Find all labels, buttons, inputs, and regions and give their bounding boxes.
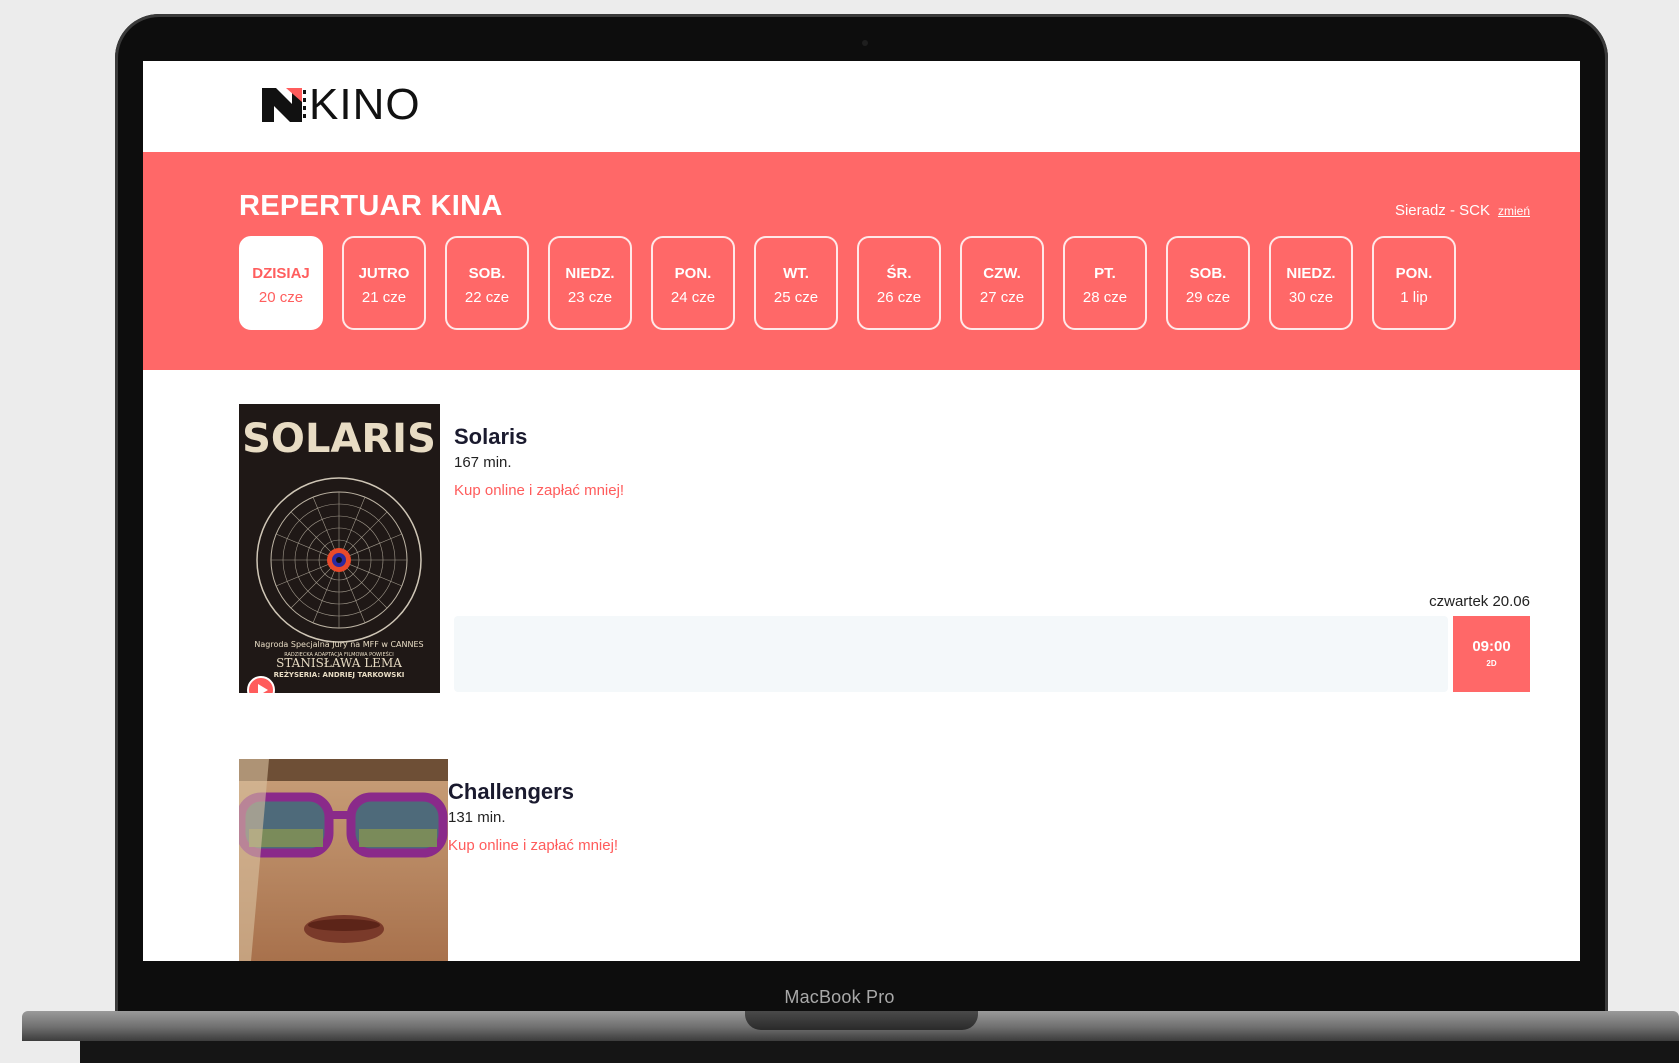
showtime-format: 2D bbox=[1486, 659, 1497, 668]
buy-online-link[interactable]: Kup online i zapłać mniej! bbox=[448, 837, 618, 854]
movie-duration: 131 min. bbox=[448, 809, 506, 826]
date-tile[interactable]: SOB. 22 cze bbox=[445, 236, 529, 330]
movie-title[interactable]: Challengers bbox=[448, 779, 574, 805]
date-day: ŚR. bbox=[886, 265, 912, 282]
showtime-time: 09:00 bbox=[1472, 638, 1511, 655]
poster-caption: Nagroda Specjalna Jury na MFF w CANNES bbox=[254, 640, 423, 649]
site-logo[interactable]: KINO bbox=[262, 80, 421, 130]
date-tile[interactable]: CZW. 27 cze bbox=[960, 236, 1044, 330]
poster-caption: REŻYSERIA: ANDRIEJ TARKOWSKI bbox=[274, 670, 405, 679]
movie-title[interactable]: Solaris bbox=[454, 424, 527, 450]
date-tile[interactable]: ŚR. 26 cze bbox=[857, 236, 941, 330]
date-day: DZISIAJ bbox=[252, 265, 310, 282]
showtime-date-label: czwartek 20.06 bbox=[1429, 593, 1530, 610]
change-location-link[interactable]: zmień bbox=[1498, 204, 1530, 218]
showtime-timeline bbox=[454, 616, 1448, 692]
date-value: 28 cze bbox=[1082, 289, 1128, 306]
showtime-button[interactable]: 09:00 2D bbox=[1453, 616, 1530, 692]
date-day: SOB. bbox=[1189, 265, 1227, 282]
location-selector: Sieradz - SCK zmień bbox=[1395, 202, 1530, 219]
date-day: NIEDZ. bbox=[1286, 265, 1336, 282]
poster-caption: STANISŁAWA LEMA bbox=[276, 656, 402, 670]
movie-card-challengers: Challengers 131 min. Kup online i zapłać… bbox=[239, 759, 1530, 961]
solaris-poster-image: SOLARIS Nagroda Specjalna Jury na MFF w … bbox=[239, 404, 440, 693]
date-value: 26 cze bbox=[876, 289, 922, 306]
date-tile[interactable]: PT. 28 cze bbox=[1063, 236, 1147, 330]
date-day: JUTRO bbox=[358, 265, 410, 282]
date-value: 29 cze bbox=[1185, 289, 1231, 306]
date-tile[interactable]: SOB. 29 cze bbox=[1166, 236, 1250, 330]
date-day: PT. bbox=[1094, 265, 1116, 282]
repertoire-title: REPERTUAR KINA bbox=[239, 190, 503, 222]
date-value: 22 cze bbox=[464, 289, 510, 306]
movie-poster[interactable] bbox=[239, 759, 448, 961]
date-value: 1 lip bbox=[1400, 289, 1428, 306]
movie-duration: 167 min. bbox=[454, 454, 512, 471]
date-value: 23 cze bbox=[567, 289, 613, 306]
movie-poster[interactable]: SOLARIS Nagroda Specjalna Jury na MFF w … bbox=[239, 404, 440, 693]
date-value: 30 cze bbox=[1288, 289, 1334, 306]
repertoire-band: REPERTUAR KINA Sieradz - SCK zmień DZISI… bbox=[143, 152, 1580, 370]
date-tile[interactable]: JUTRO 21 cze bbox=[342, 236, 426, 330]
date-day: CZW. bbox=[983, 265, 1021, 282]
date-tile[interactable]: NIEDZ. 23 cze bbox=[548, 236, 632, 330]
laptop-base-shadow bbox=[80, 1041, 1679, 1063]
date-value: 27 cze bbox=[979, 289, 1025, 306]
date-day: WT. bbox=[783, 265, 809, 282]
date-day: PON. bbox=[674, 265, 712, 282]
film-logo-icon bbox=[262, 88, 306, 122]
camera-icon bbox=[862, 40, 868, 46]
date-day: PON. bbox=[1395, 265, 1433, 282]
date-tile[interactable]: WT. 25 cze bbox=[754, 236, 838, 330]
date-tile[interactable]: PON. 1 lip bbox=[1372, 236, 1456, 330]
date-strip: DZISIAJ 20 cze JUTRO 21 cze SOB. 22 cze … bbox=[239, 235, 1530, 333]
location-name: Sieradz - SCK bbox=[1394, 202, 1490, 219]
date-tile[interactable]: PON. 24 cze bbox=[651, 236, 735, 330]
date-day: NIEDZ. bbox=[565, 265, 615, 282]
laptop-notch bbox=[745, 1011, 978, 1030]
date-value: 21 cze bbox=[361, 289, 407, 306]
screen: KINO REPERTUAR KINA Sieradz - SCK zmień … bbox=[143, 61, 1580, 961]
challengers-poster-image bbox=[239, 759, 448, 961]
device-label: MacBook Pro bbox=[784, 987, 895, 1007]
date-value: 20 cze bbox=[258, 289, 304, 306]
date-tile[interactable]: DZISIAJ 20 cze bbox=[239, 236, 323, 330]
movie-card-solaris: SOLARIS Nagroda Specjalna Jury na MFF w … bbox=[239, 404, 1530, 694]
date-value: 24 cze bbox=[670, 289, 716, 306]
date-value: 25 cze bbox=[773, 289, 819, 306]
date-day: SOB. bbox=[468, 265, 506, 282]
top-bar: KINO bbox=[143, 61, 1580, 152]
date-tile[interactable]: NIEDZ. 30 cze bbox=[1269, 236, 1353, 330]
buy-online-link[interactable]: Kup online i zapłać mniej! bbox=[454, 482, 624, 499]
logo-text: KINO bbox=[309, 80, 421, 129]
poster-title-art: SOLARIS bbox=[242, 416, 436, 462]
